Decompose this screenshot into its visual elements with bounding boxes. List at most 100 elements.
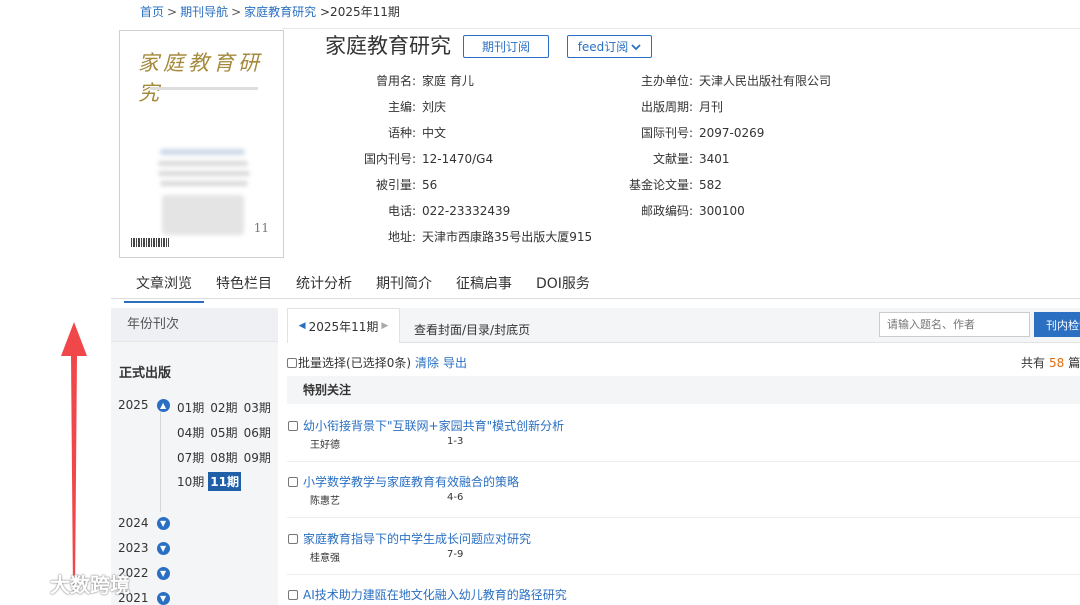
year-2024[interactable]: 2024 ▼ <box>118 516 170 530</box>
total-prefix: 共有 <box>1021 356 1046 370</box>
article-checkbox[interactable] <box>288 590 298 600</box>
article-author[interactable]: 桂意强 <box>310 549 340 564</box>
issue-toolbar: ◀2025年11期▶ 查看封面/目录/封底页 刊内检索 <box>287 308 1080 343</box>
issue-link[interactable]: 10期 <box>175 472 206 491</box>
cover-strip <box>150 87 258 90</box>
issue-row: 04期 05期 06期 <box>175 423 273 442</box>
chevron-left-icon[interactable]: ◀ <box>299 321 306 331</box>
cover-text-block <box>158 171 250 176</box>
info-key: 地址: <box>387 230 416 244</box>
info-row: 基金论文量: 582 <box>600 176 722 193</box>
info-key: 电话: <box>387 204 416 218</box>
issue-link[interactable]: 05期 <box>208 423 239 442</box>
info-row: 被引量: 56 <box>330 176 437 193</box>
issue-link[interactable]: 06期 <box>242 423 273 442</box>
year-2023[interactable]: 2023 ▼ <box>118 541 170 555</box>
issue-link-current[interactable]: 11期 <box>208 472 241 491</box>
total-suffix: 篇 <box>1068 356 1080 370</box>
article-item: AI技术助力建瓯在地文化融入幼儿教育的路径研究 <box>287 575 1080 605</box>
info-key: 文献量: <box>652 152 693 166</box>
issue-link[interactable]: 07期 <box>175 448 206 467</box>
section-title: 特别关注 <box>287 376 1080 404</box>
cover-text-block <box>158 161 248 166</box>
article-author[interactable]: 陈惠艺 <box>310 492 340 507</box>
search-button-label: 刊内检索 <box>1046 318 1080 332</box>
info-value: 月刊 <box>699 100 724 114</box>
cover-issue-number: 11 <box>253 221 269 235</box>
batch-label: 批量选择 <box>298 356 347 370</box>
export-link[interactable]: 导出 <box>443 354 467 371</box>
info-value: 56 <box>422 178 438 192</box>
info-row: 曾用名: 家庭 育儿 <box>330 72 474 89</box>
article-title-link[interactable]: 幼小衔接背景下"互联网+家园共育"模式创新分析 <box>303 417 564 434</box>
info-value: 天津人民出版社有限公司 <box>699 74 832 88</box>
subscribe-button-label: 期刊订阅 <box>481 40 530 54</box>
timeline-line <box>160 412 161 512</box>
info-key: 国内刊号: <box>363 152 416 166</box>
watermark: 大数跨境 <box>6 569 130 598</box>
select-all-checkbox[interactable] <box>287 357 297 368</box>
article-item: 幼小衔接背景下"互联网+家园共育"模式创新分析 王好德 1-3 <box>287 406 1080 462</box>
watermark-logo-icon <box>8 573 45 596</box>
info-key: 国际刊号: <box>640 126 693 140</box>
info-row: 地址: 天津市西康路35号出版大厦915 <box>330 228 592 245</box>
info-row: 国内刊号: 12-1470/G4 <box>330 150 493 167</box>
article-author[interactable]: 王好德 <box>310 436 340 451</box>
issue-link[interactable]: 08期 <box>208 448 239 467</box>
issue-row: 07期 08期 09期 <box>175 448 273 467</box>
issue-link[interactable]: 01期 <box>175 398 206 417</box>
info-row: 邮政编码: 300100 <box>600 202 745 219</box>
journal-title: 家庭教育研究 <box>325 34 451 58</box>
issue-link[interactable]: 04期 <box>175 423 206 442</box>
article-item: 家庭教育指导下的中学生成长问题应对研究 桂意强 7-9 <box>287 519 1080 575</box>
chevron-down-icon: ▼ <box>156 591 170 605</box>
issue-row: 10期 11期 <box>175 472 241 491</box>
barcode-icon <box>131 238 169 247</box>
journal-cover[interactable]: 家庭教育研究 11 <box>119 30 284 258</box>
total-number: 58 <box>1049 356 1065 370</box>
article-pages: 4-6 <box>447 492 464 503</box>
info-value: 12-1470/G4 <box>422 152 494 166</box>
article-title-link[interactable]: 家庭教育指导下的中学生成长问题应对研究 <box>303 530 531 547</box>
subscribe-button[interactable]: 期刊订阅 <box>463 35 549 58</box>
issue-link[interactable]: 09期 <box>242 448 273 467</box>
breadcrumb-journal-nav[interactable]: 期刊导航 <box>180 5 228 19</box>
article-checkbox[interactable] <box>288 421 298 431</box>
info-value: 刘庆 <box>422 100 447 114</box>
issue-row: 01期 02期 03期 <box>175 398 273 417</box>
chevron-down-icon: ▼ <box>156 566 170 580</box>
issue-switcher[interactable]: ◀ 2025年11期 ▶ <box>287 308 400 343</box>
article-checkbox[interactable] <box>288 477 298 487</box>
article-title-link[interactable]: 小学数学教学与家庭教育有效融合的策略 <box>303 473 519 490</box>
chevron-right-icon[interactable]: ▶ <box>381 321 388 331</box>
view-cover-link[interactable]: 查看封面/目录/封底页 <box>414 321 530 338</box>
search-in-journal-button[interactable]: 刊内检索 <box>1034 312 1080 337</box>
chevron-down-icon: ▼ <box>156 541 170 555</box>
clear-link[interactable]: 清除 <box>415 354 439 371</box>
info-value: 582 <box>699 178 722 192</box>
info-value: 家庭 育儿 <box>422 74 474 88</box>
breadcrumb-journal[interactable]: 家庭教育研究 <box>244 5 316 19</box>
feed-subscribe-button[interactable]: feed订阅 <box>567 35 652 58</box>
batch-select-bar: 批量选择 (已选择0条) 清除 导出 <box>287 354 467 371</box>
info-value: 中文 <box>422 126 447 140</box>
article-title-link[interactable]: AI技术助力建瓯在地文化融入幼儿教育的路径研究 <box>303 586 567 603</box>
issue-switcher-label: 2025年11期 <box>308 319 379 334</box>
cover-text-block <box>160 149 245 155</box>
search-input[interactable] <box>879 312 1030 337</box>
issue-link[interactable]: 02期 <box>208 398 239 417</box>
info-row: 主编: 刘庆 <box>330 98 446 115</box>
issue-link[interactable]: 03期 <box>242 398 273 417</box>
total-count: 共有 58 篇 <box>1021 354 1080 371</box>
breadcrumb-current: >2025年11期 <box>320 5 400 19</box>
chevron-down-icon: ▼ <box>156 516 170 530</box>
header-divider <box>282 28 1080 29</box>
article-checkbox[interactable] <box>288 534 298 544</box>
tabs-divider <box>111 298 1080 299</box>
info-row: 文献量: 3401 <box>600 150 730 167</box>
year-2025[interactable]: 2025 ▲ <box>118 398 170 412</box>
breadcrumb-home[interactable]: 首页 <box>140 5 164 19</box>
info-key: 被引量: <box>375 178 416 192</box>
info-key: 主编: <box>387 100 416 114</box>
info-key: 出版周期: <box>640 100 693 114</box>
